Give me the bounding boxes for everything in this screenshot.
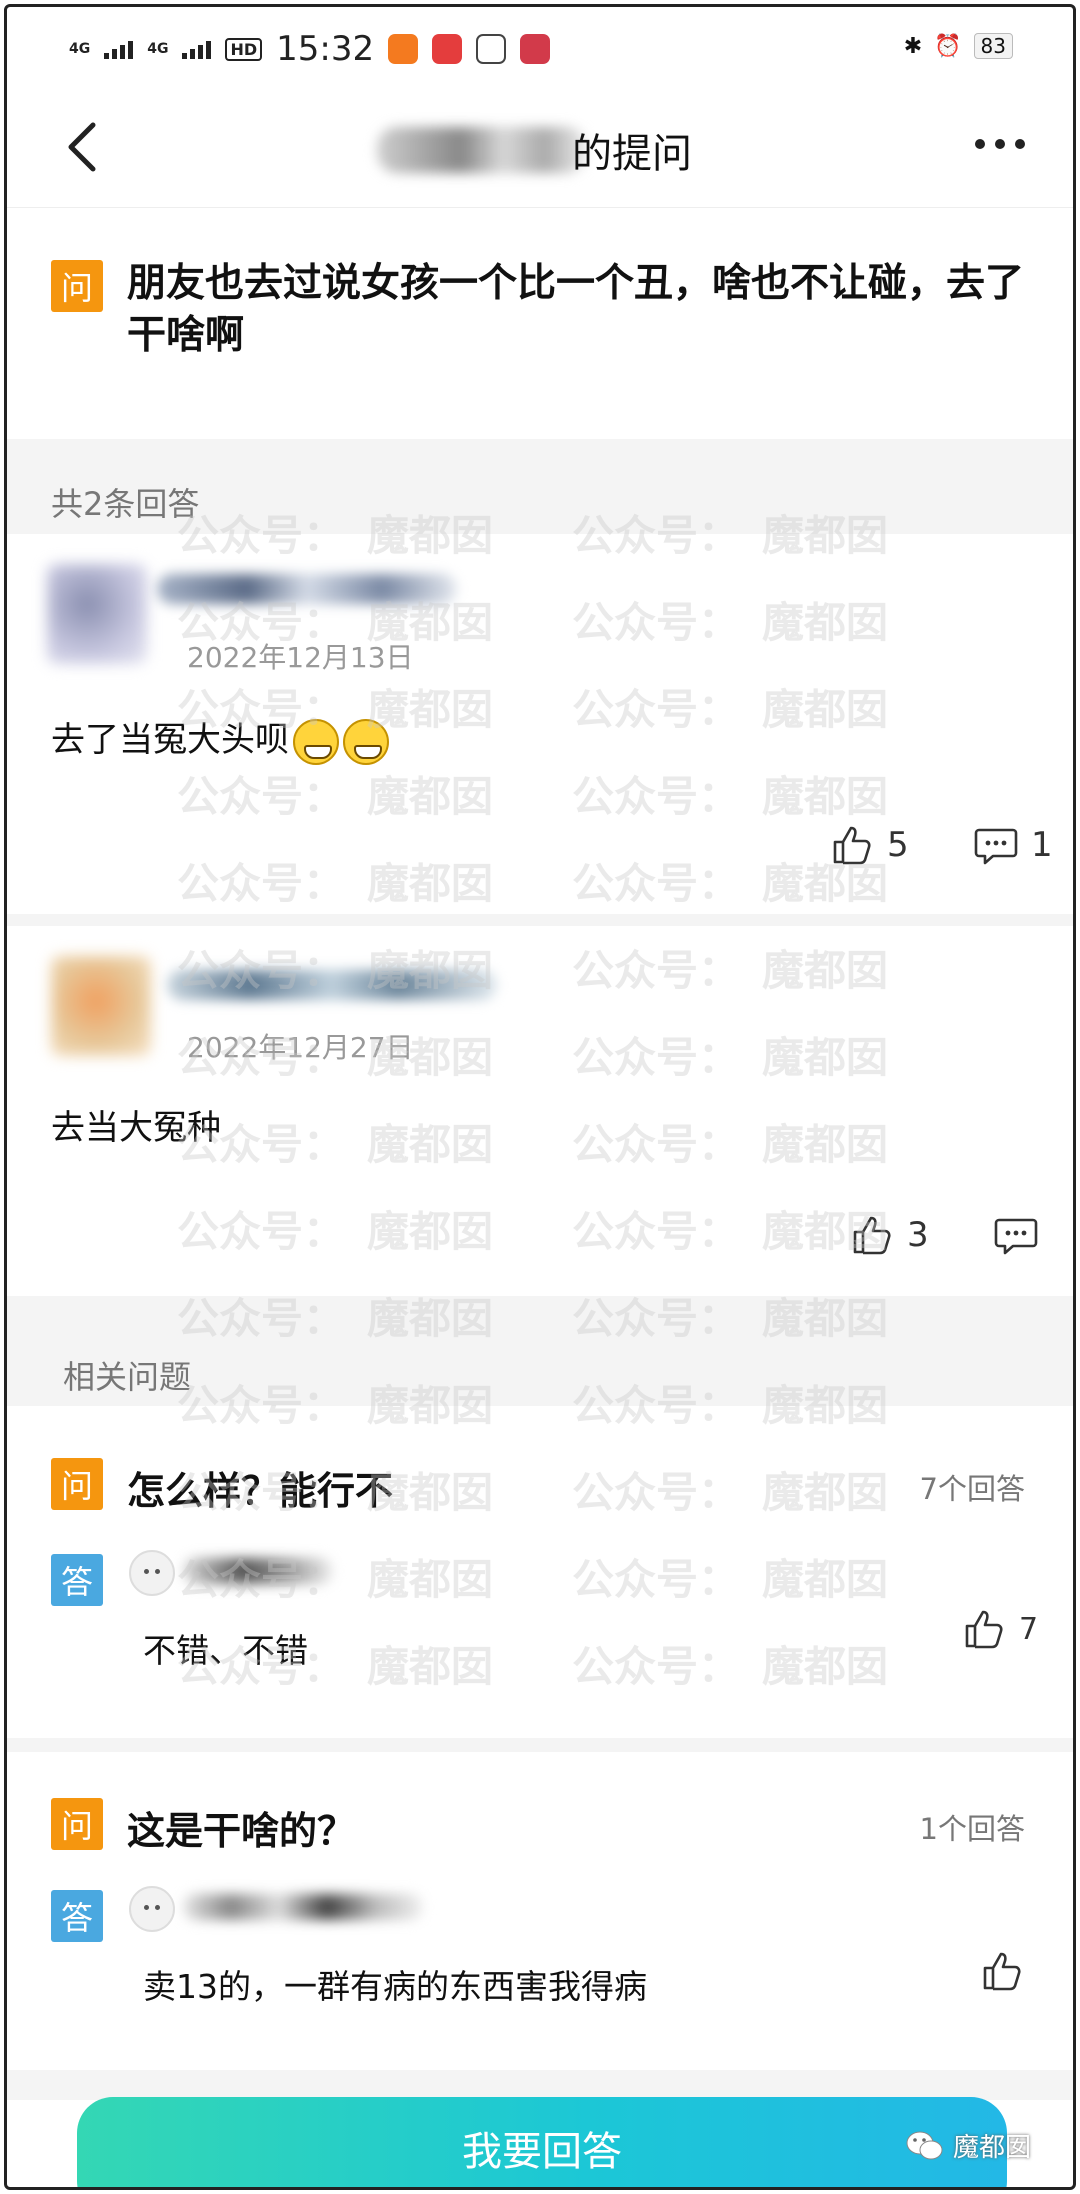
like-count: 7 [1019, 1611, 1039, 1647]
more-dots-icon [975, 139, 985, 149]
signal-bars-icon [104, 39, 134, 59]
alarm-icon: ⏰ [934, 33, 962, 59]
answer-button[interactable]: 我要回答 [77, 2097, 1007, 2187]
related-question-item[interactable]: 问 怎么样？能行不 7个回答 答 不错、不错 7 [7, 1406, 1073, 1738]
brand-text: 魔都囡 [952, 2133, 1031, 2163]
back-button[interactable] [59, 117, 109, 177]
thumbs-up-icon [853, 1216, 891, 1255]
avatar[interactable] [51, 956, 151, 1056]
blurred-username [183, 1894, 423, 1920]
comment-icon [994, 1218, 1038, 1255]
bluetooth-icon: ✱ [903, 33, 923, 59]
page-title: 的提问 [572, 131, 692, 177]
chevron-left-icon [68, 122, 96, 172]
answers-count-label: 共2条回答 [51, 485, 200, 523]
answer-date: 2022年12月27日 [187, 1031, 414, 1064]
signal-2: 4G [147, 42, 168, 56]
answer-date: 2022年12月13日 [187, 641, 414, 674]
comment-count: 1 [1031, 825, 1053, 865]
related-section-header: 相关问题 [7, 1296, 1073, 1406]
avatar[interactable] [47, 564, 147, 664]
answer-item: 2022年12月27日 去当大冤种 3 [7, 926, 1073, 1296]
hd-icon: HD [225, 37, 263, 61]
question-tag: 问 [51, 1458, 103, 1510]
related-section-label: 相关问题 [63, 1358, 192, 1396]
app-notification-icon [476, 34, 507, 64]
top-nav-bar: 的提问 [7, 87, 1073, 207]
answers-section-header: 共2条回答 [7, 439, 1073, 534]
divider [7, 2070, 1073, 2100]
signal-1: 4G [69, 42, 90, 56]
answer-text: 去当大冤种 [51, 1108, 221, 1148]
more-button[interactable] [975, 139, 1025, 149]
brand-watermark: 魔都囡 [905, 2127, 1031, 2164]
answer-text: 去了当冤大头呗 [51, 712, 389, 765]
grinning-emoji-icon [293, 718, 339, 765]
divider [7, 914, 1073, 926]
answer-tag: 答 [51, 1554, 103, 1606]
avatar [129, 1550, 175, 1596]
status-bar: 4G 4G HD 15:32 ✱ ⏰ 83 [7, 7, 1073, 87]
related-answer-text: 不错、不错 [143, 1631, 308, 1670]
avatar [129, 1886, 175, 1932]
like-button[interactable] [979, 1948, 1037, 1994]
divider [7, 1738, 1073, 1752]
comment-button[interactable] [993, 1212, 1051, 1258]
like-button[interactable]: 3 [849, 1212, 929, 1258]
status-time: 15:32 [276, 29, 375, 69]
blurred-username [157, 574, 457, 604]
like-count: 5 [887, 825, 909, 865]
answer-count: 1个回答 [919, 1812, 1025, 1846]
app-notification-icon [520, 34, 551, 64]
thumbs-up-icon [983, 1952, 1021, 1991]
question-card: 问 朋友也去过说女孩一个比一个丑，啥也不让碰，去了干啥啊 [7, 207, 1073, 442]
network-type-2: 4G [147, 41, 169, 57]
question-tag: 问 [51, 1798, 103, 1850]
thumbs-up-icon [833, 826, 871, 865]
signal-bars-icon [182, 39, 212, 59]
related-question-item[interactable]: 问 这是干啥的？ 1个回答 答 卖13的，一群有病的东西害我得病 [7, 1752, 1073, 2070]
battery-indicator: 83 [973, 33, 1013, 59]
app-frame: 4G 4G HD 15:32 ✱ ⏰ 83 的提问 问 朋友也去过说女孩一个比一… [4, 4, 1076, 2190]
blurred-username [167, 970, 497, 1000]
answer-count: 7个回答 [919, 1472, 1025, 1506]
blurred-username [377, 127, 587, 173]
like-button[interactable]: 7 [961, 1606, 1038, 1652]
comment-icon [974, 828, 1018, 865]
grinning-emoji-icon [343, 718, 389, 765]
answer-text-content: 去了当冤大头呗 [51, 720, 289, 760]
wechat-icon [906, 2131, 943, 2159]
like-button[interactable]: 5 [829, 822, 909, 868]
app-notification-icon [388, 34, 419, 64]
comment-button[interactable]: 1 [973, 822, 1053, 868]
question-text: 朋友也去过说女孩一个比一个丑，啥也不让碰，去了干啥啊 [127, 261, 1025, 358]
like-count: 3 [907, 1215, 929, 1255]
related-answer-text: 卖13的，一群有病的东西害我得病 [143, 1967, 647, 2006]
related-question-text: 怎么样？能行不 [127, 1469, 394, 1513]
answer-tag: 答 [51, 1890, 103, 1942]
network-type-1: 4G [69, 41, 91, 57]
answer-item: 2022年12月13日 去了当冤大头呗 5 1 [7, 534, 1073, 914]
thumbs-up-icon [965, 1610, 1003, 1649]
app-notification-icon [432, 34, 463, 64]
related-question-text: 这是干啥的？ [127, 1809, 356, 1853]
blurred-username [183, 1558, 333, 1584]
question-tag: 问 [51, 260, 103, 312]
